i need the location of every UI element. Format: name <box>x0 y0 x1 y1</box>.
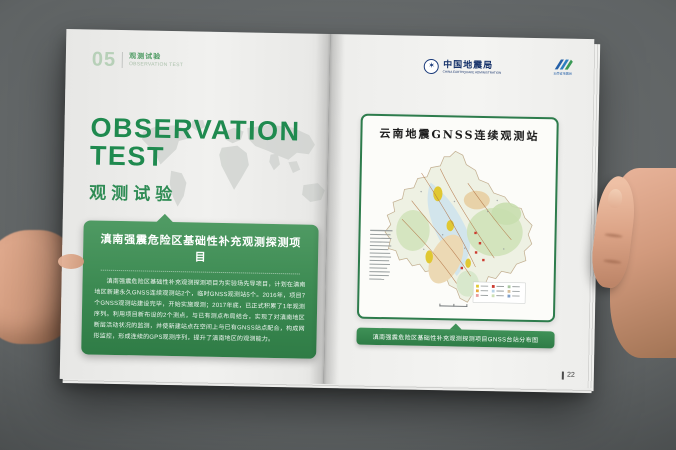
project-banner-body: 滇南强震危险区基础性补充观测探测项目为实验场先导项目，计划在滇南地区新建永久GN… <box>93 277 305 348</box>
map-caption: 滇南强震危险区基础性补充观测探测项目GNSS台站分布图 <box>362 332 548 345</box>
yunnan-logo-subtext: 云南省地震局 <box>553 71 572 76</box>
yunnan-logo-stripes-icon <box>553 58 573 71</box>
cea-logo: ✶ 中国地震局 CHINA EARTHQUAKE ADMINISTRATION <box>424 56 538 77</box>
photo-scene: 05 观测试验 OBSERVATION TEST <box>0 0 676 450</box>
agency-logos: ✶ 中国地震局 CHINA EARTHQUAKE ADMINISTRATION … <box>424 56 578 79</box>
right-page: ✶ 中国地震局 CHINA EARTHQUAKE ADMINISTRATION … <box>324 34 595 389</box>
left-page: 05 观测试验 OBSERVATION TEST <box>60 29 331 384</box>
cea-logo-subtext: CHINA EARTHQUAKE ADMINISTRATION <box>443 70 502 75</box>
right-hand <box>594 166 676 361</box>
left-hand-fingertip <box>58 254 84 269</box>
section-header: 05 观测试验 OBSERVATION TEST <box>92 49 184 71</box>
page-title-subtitle-zh: 观测试验 <box>89 178 299 207</box>
cea-emblem-icon: ✶ <box>424 58 439 73</box>
project-banner-title: 滇南强震危险区基础性补充观测探测项目 <box>95 231 307 267</box>
banner-divider <box>101 270 299 275</box>
yunnan-gnss-map <box>363 142 552 318</box>
page-title-line2: TEST <box>90 142 301 174</box>
cea-logo-name: 中国地震局 <box>443 57 538 72</box>
map-card: 云南地震GNSS连续观测站 <box>357 114 559 323</box>
yunnan-agency-logo: 云南省地震局 <box>548 58 578 79</box>
map-caption-banner: 滇南强震危险区基础性补充观测探测项目GNSS台站分布图 <box>356 328 554 349</box>
thumb-crease <box>603 259 621 264</box>
page-number: 22 <box>562 371 575 380</box>
section-label-en: OBSERVATION TEST <box>129 61 183 68</box>
banner-pointer-icon <box>156 214 174 223</box>
section-divider <box>122 52 123 68</box>
caption-pointer-icon <box>450 323 462 329</box>
thumb-crease <box>604 233 622 238</box>
project-banner: 滇南强震危险区基础性补充观测探测项目 滇南强震危险区基础性补充观测探测项目为实验… <box>81 220 319 358</box>
page-title: OBSERVATION TEST 观测试验 <box>89 113 301 207</box>
section-number: 05 <box>92 49 117 69</box>
map-legend <box>473 282 525 303</box>
open-brochure: 05 观测试验 OBSERVATION TEST <box>60 29 595 389</box>
right-thumb-nail <box>607 188 623 209</box>
